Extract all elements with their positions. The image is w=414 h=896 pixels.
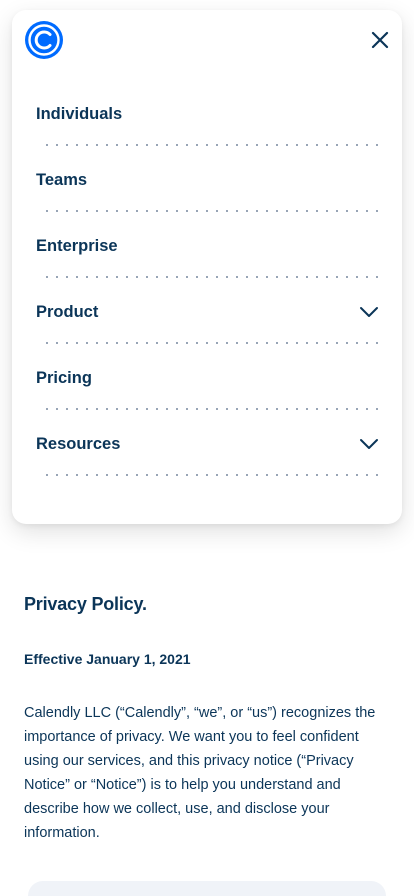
nav-item-label: Enterprise xyxy=(36,237,118,255)
nav-item-pricing[interactable]: Pricing xyxy=(36,350,386,416)
nav-item-label: Resources xyxy=(36,435,121,453)
policy-content: Privacy Policy. Effective January 1, 202… xyxy=(24,594,390,845)
page-title: Privacy Policy. xyxy=(24,594,147,614)
close-icon[interactable] xyxy=(368,28,392,52)
dotted-divider xyxy=(42,342,386,344)
nav-item-label: Product xyxy=(36,303,99,321)
nav-item-resources[interactable]: Resources xyxy=(36,416,386,482)
nav-list: Individuals Teams Enterprise Product Pri… xyxy=(36,86,386,482)
nav-item-product[interactable]: Product xyxy=(36,284,386,350)
bottom-pill-button[interactable] xyxy=(28,881,386,896)
nav-item-label: Teams xyxy=(36,171,88,189)
mobile-nav-menu: Individuals Teams Enterprise Product Pri… xyxy=(12,10,402,524)
nav-item-individuals[interactable]: Individuals xyxy=(36,86,386,152)
effective-date: Effective January 1, 2021 xyxy=(24,651,191,667)
nav-item-label: Individuals xyxy=(36,105,123,123)
dotted-divider xyxy=(42,210,386,212)
chevron-down-icon[interactable] xyxy=(358,301,380,323)
dotted-divider xyxy=(42,144,386,146)
dotted-divider xyxy=(42,408,386,410)
calendly-logo-icon[interactable] xyxy=(24,20,64,60)
nav-item-enterprise[interactable]: Enterprise xyxy=(36,218,386,284)
dotted-divider xyxy=(42,276,386,278)
chevron-down-icon[interactable] xyxy=(358,433,380,455)
policy-intro-text: Calendly LLC (“Calendly”, “we”, or “us”)… xyxy=(24,705,376,841)
nav-item-teams[interactable]: Teams xyxy=(36,152,386,218)
nav-item-label: Pricing xyxy=(36,369,92,387)
dotted-divider xyxy=(42,474,386,476)
